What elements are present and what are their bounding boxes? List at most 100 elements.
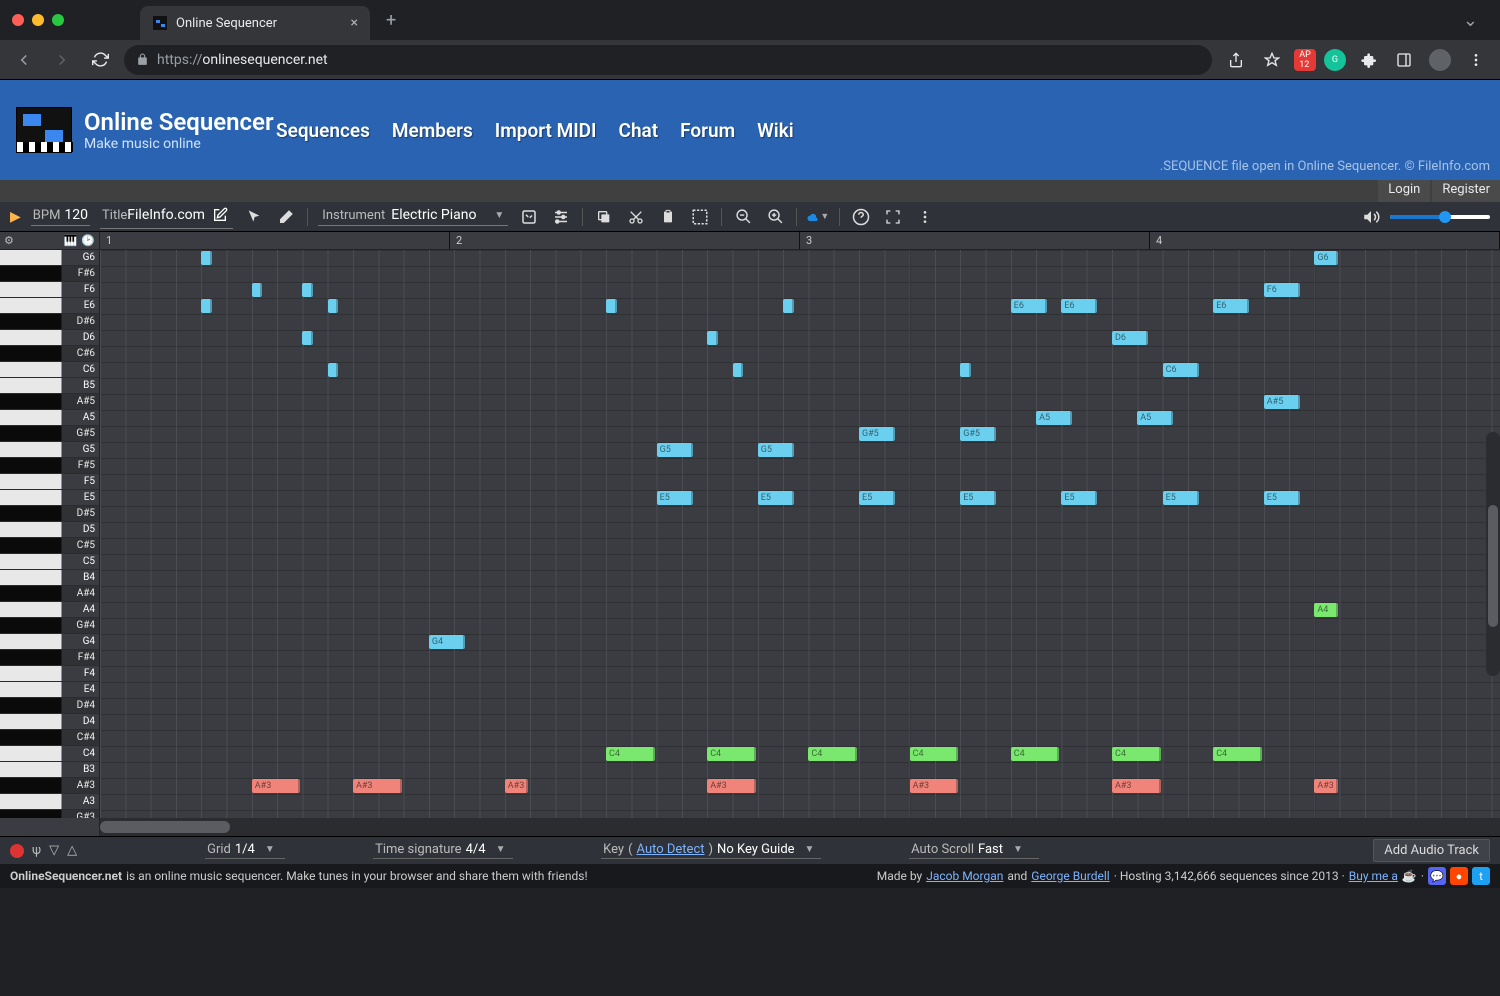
login-link[interactable]: Login: [1378, 180, 1430, 202]
volume-slider[interactable]: [1390, 215, 1490, 219]
note[interactable]: [252, 283, 263, 297]
note[interactable]: G6: [1314, 251, 1337, 265]
note[interactable]: A5: [1137, 411, 1173, 425]
piano-key[interactable]: B5: [0, 378, 99, 394]
note[interactable]: [201, 299, 212, 313]
piano-key[interactable]: E4: [0, 682, 99, 698]
note[interactable]: C4: [707, 747, 756, 761]
mac-close-dot[interactable]: [12, 14, 24, 26]
note[interactable]: G5: [758, 443, 794, 457]
piano-key[interactable]: F#6: [0, 266, 99, 282]
note[interactable]: A#3: [1112, 779, 1161, 793]
note-grid[interactable]: G5G5E5E5G#5E5G#5E5E6E6A5E5D6C6A5E5E6F6A#…: [100, 250, 1500, 818]
piano-key[interactable]: D#6: [0, 314, 99, 330]
grid-select[interactable]: Grid1/4▼: [205, 842, 285, 859]
eraser-tool-icon[interactable]: [275, 206, 297, 228]
note[interactable]: A#3: [505, 779, 528, 793]
menu-icon[interactable]: [1462, 46, 1490, 74]
instrument-settings-icon[interactable]: [518, 206, 540, 228]
piano-key[interactable]: B3: [0, 762, 99, 778]
buy-coffee-link[interactable]: Buy me a: [1349, 869, 1398, 883]
note[interactable]: E5: [758, 491, 794, 505]
note[interactable]: A#3: [353, 779, 402, 793]
note[interactable]: C4: [1213, 747, 1262, 761]
note[interactable]: E5: [1061, 491, 1097, 505]
register-link[interactable]: Register: [1432, 180, 1500, 202]
note[interactable]: [201, 251, 212, 265]
note[interactable]: [328, 299, 339, 313]
piano-key[interactable]: F#4: [0, 650, 99, 666]
edit-title-icon[interactable]: [209, 204, 231, 226]
autoscroll-select[interactable]: Auto ScrollFast▼: [909, 842, 1039, 859]
zoom-out-icon[interactable]: [732, 206, 754, 228]
site-logo[interactable]: [16, 107, 72, 153]
extension-badge-2[interactable]: G: [1324, 49, 1346, 71]
extensions-icon[interactable]: [1354, 46, 1382, 74]
grid-settings-icon[interactable]: ⚙: [0, 232, 18, 249]
piano-key[interactable]: C#5: [0, 538, 99, 554]
cut-icon[interactable]: [625, 206, 647, 228]
nav-sequences[interactable]: Sequences: [276, 119, 370, 142]
cloud-save-icon[interactable]: ▼: [807, 206, 829, 228]
nav-chat[interactable]: Chat: [619, 119, 659, 142]
horizontal-scrollbar[interactable]: [100, 818, 1500, 836]
twitter-icon[interactable]: t: [1472, 867, 1490, 885]
metronome-icon[interactable]: △: [67, 843, 77, 858]
piano-key[interactable]: F6: [0, 282, 99, 298]
instrument-select[interactable]: Instrument Electric Piano ▼: [318, 207, 508, 226]
note[interactable]: D6: [1112, 331, 1148, 345]
mac-min-dot[interactable]: [32, 14, 44, 26]
copy-icon[interactable]: [593, 206, 615, 228]
note[interactable]: [783, 299, 794, 313]
note[interactable]: A#3: [910, 779, 959, 793]
zoom-in-icon[interactable]: [764, 206, 786, 228]
note[interactable]: E5: [960, 491, 996, 505]
new-tab-button[interactable]: +: [378, 6, 404, 35]
note[interactable]: A#3: [252, 779, 301, 793]
piano-icon[interactable]: 🎹: [64, 234, 78, 247]
address-bar[interactable]: https://onlinesequencer.net: [124, 45, 1212, 75]
piano-key[interactable]: C6: [0, 362, 99, 378]
piano-key[interactable]: G5: [0, 442, 99, 458]
nav-forum[interactable]: Forum: [680, 119, 735, 142]
piano-key[interactable]: A4: [0, 602, 99, 618]
filter-icon[interactable]: ▽: [49, 843, 59, 858]
note[interactable]: C4: [606, 747, 655, 761]
bpm-field[interactable]: BPM 120: [31, 207, 90, 226]
note[interactable]: E5: [859, 491, 895, 505]
share-icon[interactable]: [1222, 46, 1250, 74]
note[interactable]: [606, 299, 617, 313]
reload-button[interactable]: [86, 46, 114, 74]
bookmark-icon[interactable]: [1258, 46, 1286, 74]
note[interactable]: G5: [657, 443, 693, 457]
piano-key[interactable]: E6: [0, 298, 99, 314]
piano-key[interactable]: G#4: [0, 618, 99, 634]
volume-icon[interactable]: [1360, 206, 1382, 228]
tuning-fork-icon[interactable]: ψ: [32, 843, 41, 858]
nav-members[interactable]: Members: [392, 119, 473, 142]
extension-badge-1[interactable]: AP12: [1294, 49, 1316, 71]
note[interactable]: [960, 363, 971, 377]
footer-author-2[interactable]: George Burdell: [1031, 869, 1109, 883]
note[interactable]: C4: [808, 747, 857, 761]
sidepanel-icon[interactable]: [1390, 46, 1418, 74]
piano-key[interactable]: D6: [0, 330, 99, 346]
title-input[interactable]: [127, 207, 209, 223]
paste-icon[interactable]: [657, 206, 679, 228]
note[interactable]: A#3: [1314, 779, 1337, 793]
note[interactable]: C4: [910, 747, 959, 761]
measure-ruler[interactable]: 1234: [100, 232, 1500, 250]
discord-icon[interactable]: 💬: [1428, 867, 1446, 885]
note[interactable]: C4: [1112, 747, 1161, 761]
piano-key[interactable]: F4: [0, 666, 99, 682]
piano-key[interactable]: A5: [0, 410, 99, 426]
help-icon[interactable]: [850, 206, 872, 228]
nav-import-midi[interactable]: Import MIDI: [495, 119, 597, 142]
note[interactable]: E6: [1011, 299, 1047, 313]
piano-key[interactable]: A#4: [0, 586, 99, 602]
note[interactable]: E5: [1264, 491, 1300, 505]
mac-max-dot[interactable]: [52, 14, 64, 26]
note[interactable]: G#5: [960, 427, 996, 441]
note[interactable]: C6: [1163, 363, 1199, 377]
more-icon[interactable]: [914, 206, 936, 228]
